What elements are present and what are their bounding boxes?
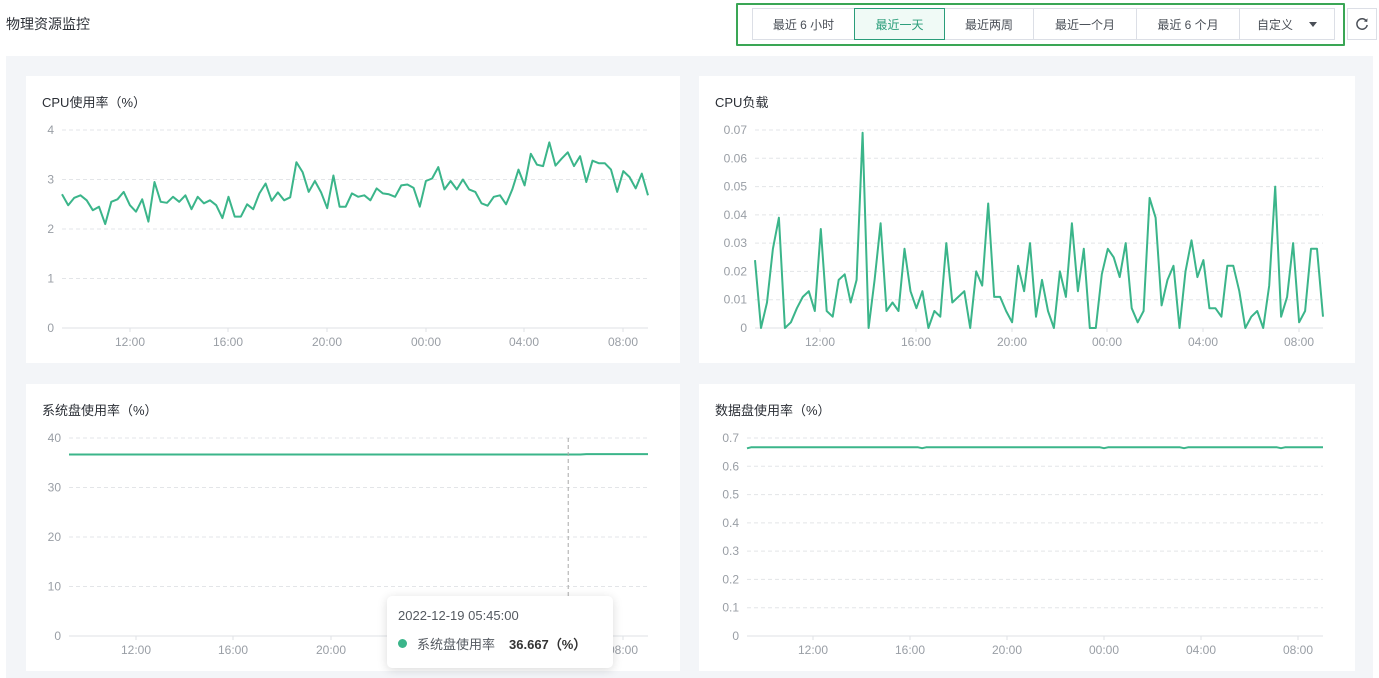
y-tick-label: 0.2 xyxy=(722,572,739,586)
x-tick-label: 08:00 xyxy=(1283,643,1313,657)
x-tick-label: 08:00 xyxy=(608,335,638,349)
y-tick-label: 0.7 xyxy=(722,431,739,445)
y-tick-label: 0.3 xyxy=(722,544,739,558)
charts-layer: 0 1 2 3 4 12:00 16:00 20:00 00:00 04:00 08:00 0 0.01… xyxy=(47,123,1324,657)
y-tick-label: 0.03 xyxy=(724,236,748,250)
y-tick-label: 0 xyxy=(54,629,61,643)
y-tick-label: 0.6 xyxy=(722,459,739,473)
x-tick-label: 12:00 xyxy=(805,335,835,349)
y-tick-label: 2 xyxy=(47,222,54,236)
y-tick-label: 40 xyxy=(48,431,62,445)
y-tick-label: 4 xyxy=(47,123,54,137)
y-tick-label: 0.02 xyxy=(724,264,748,278)
y-tick-label: 0.4 xyxy=(722,516,739,530)
x-tick-label: 16:00 xyxy=(901,335,931,349)
x-tick-label: 00:00 xyxy=(411,335,441,349)
y-tick-label: 30 xyxy=(48,481,62,495)
x-tick-label: 20:00 xyxy=(312,335,342,349)
y-tick-label: 10 xyxy=(48,580,62,594)
x-tick-label: 16:00 xyxy=(218,643,248,657)
y-tick-label: 0.06 xyxy=(724,151,748,165)
y-tick-label: 0.07 xyxy=(724,123,748,137)
tooltip-series-name: 系统盘使用率 xyxy=(417,637,496,652)
tooltip-time: 2022-12-19 05:45:00 xyxy=(398,608,519,623)
range-1d-button[interactable]: 最近一天 xyxy=(854,8,945,40)
y-tick-label: 0.5 xyxy=(722,488,739,502)
y-tick-label: 1 xyxy=(47,272,54,286)
x-tick-label: 04:00 xyxy=(1186,643,1216,657)
range-1d-label: 最近一天 xyxy=(875,17,924,32)
x-tick-label: 08:00 xyxy=(1284,335,1314,349)
y-tick-label: 0 xyxy=(732,629,739,643)
y-tick-label: 20 xyxy=(48,530,62,544)
series-line xyxy=(754,131,1324,329)
x-tick-label: 20:00 xyxy=(992,643,1022,657)
x-tick-label: 04:00 xyxy=(1188,335,1218,349)
series-line xyxy=(746,446,1323,450)
x-tick-label: 00:00 xyxy=(1092,335,1122,349)
x-tick-label: 12:00 xyxy=(121,643,151,657)
x-tick-label: 16:00 xyxy=(895,643,925,657)
tooltip-value: 36.667（%） xyxy=(509,637,587,652)
chart-tooltip: 2022-12-19 05:45:00 系统盘使用率 36.667（%） xyxy=(387,596,613,668)
y-tick-label: 0 xyxy=(47,321,54,335)
x-tick-label: 12:00 xyxy=(115,335,145,349)
series-dot-icon xyxy=(398,639,407,648)
x-tick-label: 20:00 xyxy=(316,643,346,657)
x-tick-label: 04:00 xyxy=(509,335,539,349)
x-tick-label: 12:00 xyxy=(798,643,828,657)
y-tick-label: 0.01 xyxy=(724,293,748,307)
y-tick-label: 0.1 xyxy=(722,601,739,615)
y-tick-label: 3 xyxy=(47,173,54,187)
x-tick-label: 16:00 xyxy=(213,335,243,349)
x-tick-label: 20:00 xyxy=(997,335,1027,349)
y-tick-label: 0.04 xyxy=(724,208,748,222)
y-tick-label: 0 xyxy=(740,321,747,335)
x-tick-label: 00:00 xyxy=(1089,643,1119,657)
y-tick-label: 0.05 xyxy=(724,180,748,194)
series-line xyxy=(61,141,649,226)
